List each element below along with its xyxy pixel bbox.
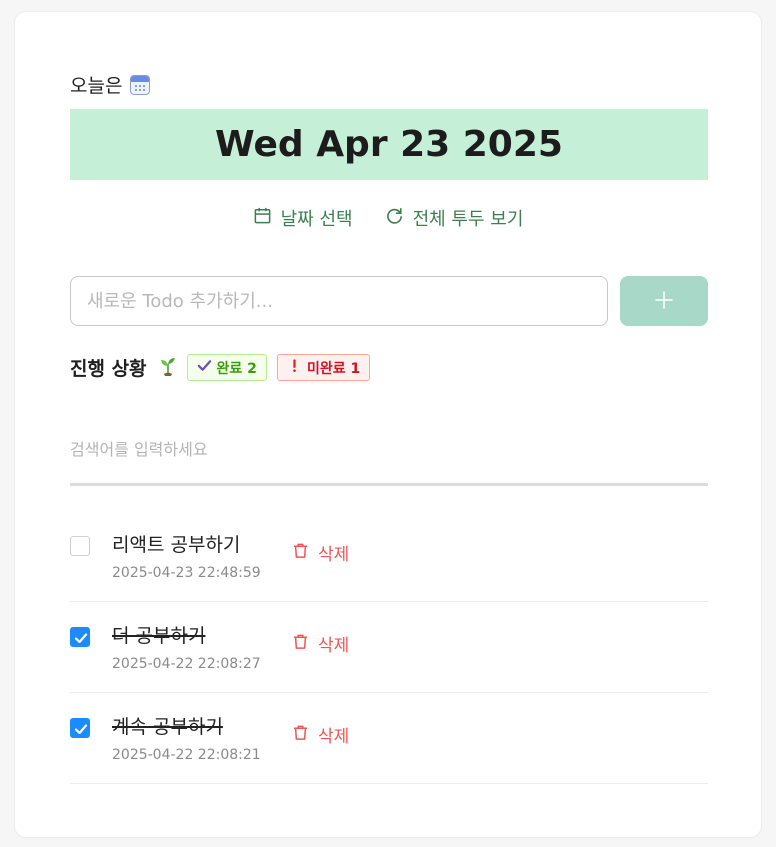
progress-summary: 진행 상황 완료 2 미완료 1 — [70, 354, 371, 381]
todo-item: 더 공부하기 2025-04-22 22:08:27 삭제 — [70, 602, 708, 693]
completed-count-text: 완료 2 — [216, 360, 257, 377]
seedling-icon — [157, 355, 179, 381]
select-date-label: 날짜 선택 — [280, 209, 353, 230]
todo-timestamp: 2025-04-22 22:08:21 — [112, 747, 261, 763]
todo-text: 계속 공부하기 — [112, 716, 223, 738]
todo-list: 리액트 공부하기 2025-04-23 22:48:59 삭제 더 공부하기 2… — [70, 511, 708, 784]
delete-label: 삭제 — [318, 727, 350, 747]
todo-text: 리액트 공부하기 — [112, 534, 241, 556]
current-date: Wed Apr 23 2025 — [215, 124, 563, 165]
completed-count-badge: 완료 2 — [186, 354, 267, 381]
todo-card: 오늘은 Wed Apr 23 2025 날짜 선택 전체 투두 보기 새로운 T… — [14, 11, 762, 838]
incomplete-count-badge: 미완료 1 — [276, 354, 371, 381]
delete-label: 삭제 — [318, 636, 350, 656]
exclamation-icon — [287, 358, 302, 377]
add-todo-button[interactable] — [620, 276, 708, 326]
select-date-button[interactable]: 날짜 선택 — [253, 205, 353, 231]
delete-button[interactable]: 삭제 — [292, 631, 349, 656]
todo-item: 리액트 공부하기 2025-04-23 22:48:59 삭제 — [70, 511, 708, 602]
current-date-banner: Wed Apr 23 2025 — [70, 109, 708, 180]
view-all-label: 전체 투두 보기 — [412, 209, 524, 230]
refresh-icon — [385, 206, 404, 230]
today-label-text: 오늘은 — [70, 75, 123, 97]
progress-label: 진행 상황 — [70, 358, 147, 380]
calendar-icon — [253, 206, 272, 230]
trash-icon — [292, 542, 309, 564]
today-label: 오늘은 — [70, 71, 151, 98]
todo-checkbox[interactable] — [70, 627, 90, 647]
todo-timestamp: 2025-04-22 22:08:27 — [112, 656, 261, 672]
new-todo-input[interactable] — [70, 276, 608, 326]
search-input[interactable] — [70, 430, 708, 468]
todo-checkbox[interactable] — [70, 718, 90, 738]
delete-button[interactable]: 삭제 — [292, 540, 349, 565]
search-underline — [70, 483, 708, 486]
delete-label: 삭제 — [318, 545, 350, 565]
incomplete-count-text: 미완료 1 — [306, 360, 361, 377]
view-all-button[interactable]: 전체 투두 보기 — [385, 205, 524, 231]
date-actions: 날짜 선택 전체 투두 보기 — [15, 205, 761, 231]
trash-icon — [292, 633, 309, 655]
todo-text: 더 공부하기 — [112, 625, 206, 647]
calendar-icon — [130, 74, 151, 95]
check-mark-icon — [197, 358, 212, 377]
todo-timestamp: 2025-04-23 22:48:59 — [112, 565, 261, 581]
trash-icon — [292, 724, 309, 746]
delete-button[interactable]: 삭제 — [292, 722, 349, 747]
todo-item: 계속 공부하기 2025-04-22 22:08:21 삭제 — [70, 693, 708, 784]
todo-checkbox[interactable] — [70, 536, 90, 556]
plus-icon — [654, 290, 674, 313]
